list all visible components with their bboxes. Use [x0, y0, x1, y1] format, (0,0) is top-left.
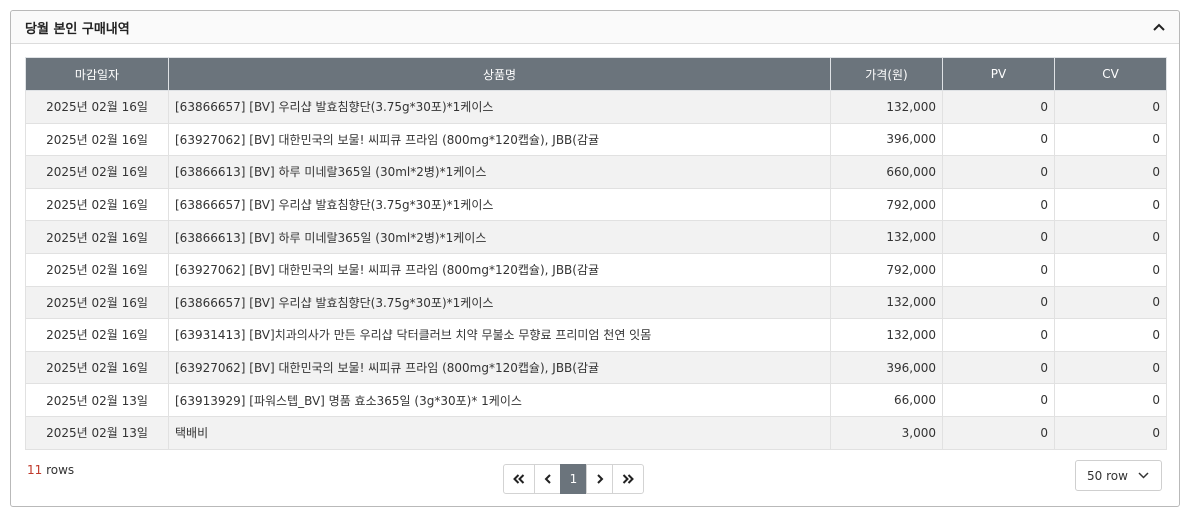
table-row[interactable]: 2025년 02월 16일 [63866613] [BV] 하루 미네랄365일… — [25, 155, 1167, 189]
cell-price: 660,000 — [830, 155, 943, 189]
cell-cv: 0 — [1054, 252, 1167, 287]
row-count-suffix: rows — [42, 463, 75, 477]
table-row[interactable]: 2025년 02월 16일 [63927062] [BV] 대한민국의 보물! … — [25, 252, 1167, 287]
cell-pv: 0 — [942, 318, 1055, 352]
cell-date: 2025년 02월 16일 — [25, 220, 169, 254]
column-header-product[interactable]: 상품명 — [168, 57, 831, 91]
prev-page-button[interactable] — [534, 464, 561, 494]
pagination: 1 — [503, 464, 644, 494]
cell-pv: 0 — [942, 155, 1055, 189]
table-row[interactable]: 2025년 02월 13일 택배비 3,000 0 0 — [25, 415, 1167, 450]
column-header-cv[interactable]: CV — [1054, 57, 1167, 91]
cell-product: [63866613] [BV] 하루 미네랄365일 (30ml*2병)*1케이… — [168, 220, 831, 254]
table-row[interactable]: 2025년 02월 16일 [63866657] [BV] 우리샵 발효침향단(… — [25, 285, 1167, 320]
row-count-number: 11 — [27, 463, 43, 477]
cell-product: [63927062] [BV] 대한민국의 보물! 씨피큐 프라임 (800mg… — [168, 252, 831, 287]
column-header-date[interactable]: 마감일자 — [25, 57, 169, 91]
cell-date: 2025년 02월 16일 — [25, 318, 169, 352]
rows-per-page-select[interactable]: 50 row — [1075, 460, 1162, 491]
cell-date: 2025년 02월 16일 — [25, 350, 169, 385]
cell-date: 2025년 02월 13일 — [25, 415, 169, 450]
cell-price: 792,000 — [830, 187, 943, 222]
double-chevron-left-icon — [513, 474, 525, 484]
cell-date: 2025년 02월 16일 — [25, 122, 169, 157]
last-page-button[interactable] — [612, 464, 644, 494]
cell-price: 66,000 — [830, 383, 943, 417]
table-row[interactable]: 2025년 02월 16일 [63866657] [BV] 우리샵 발효침향단(… — [25, 187, 1167, 222]
cell-date: 2025년 02월 16일 — [25, 285, 169, 320]
first-page-button[interactable] — [503, 464, 535, 494]
chevron-left-icon — [544, 474, 551, 484]
cell-cv: 0 — [1054, 122, 1167, 157]
column-header-pv[interactable]: PV — [942, 57, 1055, 91]
purchase-history-panel: 당월 본인 구매내역 마감일자 상품명 가격(원) PV CV 2025년 02 — [10, 10, 1180, 507]
column-header-price[interactable]: 가격(원) — [830, 57, 943, 91]
cell-product: [63931413] [BV]치과의사가 만든 우리샵 닥터클러브 치약 무불소… — [168, 318, 831, 352]
cell-product: [63927062] [BV] 대한민국의 보물! 씨피큐 프라임 (800mg… — [168, 350, 831, 385]
cell-price: 396,000 — [830, 122, 943, 157]
cell-price: 132,000 — [830, 285, 943, 320]
rows-per-page-value: 50 row — [1087, 468, 1128, 483]
table-row[interactable]: 2025년 02월 16일 [63927062] [BV] 대한민국의 보물! … — [25, 122, 1167, 157]
cell-price: 132,000 — [830, 90, 943, 124]
cell-pv: 0 — [942, 122, 1055, 157]
table-row[interactable]: 2025년 02월 13일 [63913929] [파워스텝_BV] 명품 효소… — [25, 383, 1167, 417]
panel-title: 당월 본인 구매내역 — [25, 21, 130, 37]
cell-cv: 0 — [1054, 383, 1167, 417]
cell-date: 2025년 02월 16일 — [25, 252, 169, 287]
purchase-table-wrapper: 마감일자 상품명 가격(원) PV CV 2025년 02월 16일 [6386… — [25, 57, 1167, 450]
cell-price: 792,000 — [830, 252, 943, 287]
cell-pv: 0 — [942, 187, 1055, 222]
double-chevron-right-icon — [622, 474, 634, 484]
chevron-up-icon[interactable] — [1151, 19, 1167, 35]
cell-price: 3,000 — [830, 415, 943, 450]
cell-product: 택배비 — [168, 415, 831, 450]
cell-price: 132,000 — [830, 318, 943, 352]
cell-date: 2025년 02월 16일 — [25, 155, 169, 189]
cell-product: [63913929] [파워스텝_BV] 명품 효소365일 (3g*30포)*… — [168, 383, 831, 417]
cell-pv: 0 — [942, 350, 1055, 385]
cell-price: 396,000 — [830, 350, 943, 385]
page-button-current[interactable]: 1 — [560, 464, 587, 494]
table-row[interactable]: 2025년 02월 16일 [63927062] [BV] 대한민국의 보물! … — [25, 350, 1167, 385]
cell-cv: 0 — [1054, 350, 1167, 385]
cell-pv: 0 — [942, 415, 1055, 450]
cell-date: 2025년 02월 13일 — [25, 383, 169, 417]
cell-pv: 0 — [942, 285, 1055, 320]
table-header-row: 마감일자 상품명 가격(원) PV CV — [25, 57, 1167, 91]
cell-product: [63866613] [BV] 하루 미네랄365일 (30ml*2병)*1케이… — [168, 155, 831, 189]
cell-product: [63866657] [BV] 우리샵 발효침향단(3.75g*30포)*1케이… — [168, 187, 831, 222]
cell-pv: 0 — [942, 90, 1055, 124]
next-page-button[interactable] — [586, 464, 613, 494]
table-row[interactable]: 2025년 02월 16일 [63866657] [BV] 우리샵 발효침향단(… — [25, 90, 1167, 124]
cell-date: 2025년 02월 16일 — [25, 187, 169, 222]
cell-pv: 0 — [942, 383, 1055, 417]
cell-cv: 0 — [1054, 187, 1167, 222]
cell-product: [63927062] [BV] 대한민국의 보물! 씨피큐 프라임 (800mg… — [168, 122, 831, 157]
table-row[interactable]: 2025년 02월 16일 [63931413] [BV]치과의사가 만든 우리… — [25, 318, 1167, 352]
table-row[interactable]: 2025년 02월 16일 [63866613] [BV] 하루 미네랄365일… — [25, 220, 1167, 254]
row-count: 11 rows — [27, 463, 74, 477]
cell-cv: 0 — [1054, 90, 1167, 124]
chevron-right-icon — [596, 474, 603, 484]
cell-pv: 0 — [942, 252, 1055, 287]
cell-cv: 0 — [1054, 155, 1167, 189]
cell-date: 2025년 02월 16일 — [25, 90, 169, 124]
cell-cv: 0 — [1054, 318, 1167, 352]
cell-cv: 0 — [1054, 285, 1167, 320]
cell-cv: 0 — [1054, 220, 1167, 254]
cell-price: 132,000 — [830, 220, 943, 254]
panel-header: 당월 본인 구매내역 — [11, 11, 1179, 44]
cell-pv: 0 — [942, 220, 1055, 254]
cell-product: [63866657] [BV] 우리샵 발효침향단(3.75g*30포)*1케이… — [168, 285, 831, 320]
chevron-down-icon — [1138, 472, 1149, 479]
cell-product: [63866657] [BV] 우리샵 발효침향단(3.75g*30포)*1케이… — [168, 90, 831, 124]
cell-cv: 0 — [1054, 415, 1167, 450]
purchase-table: 마감일자 상품명 가격(원) PV CV 2025년 02월 16일 [6386… — [25, 57, 1167, 450]
